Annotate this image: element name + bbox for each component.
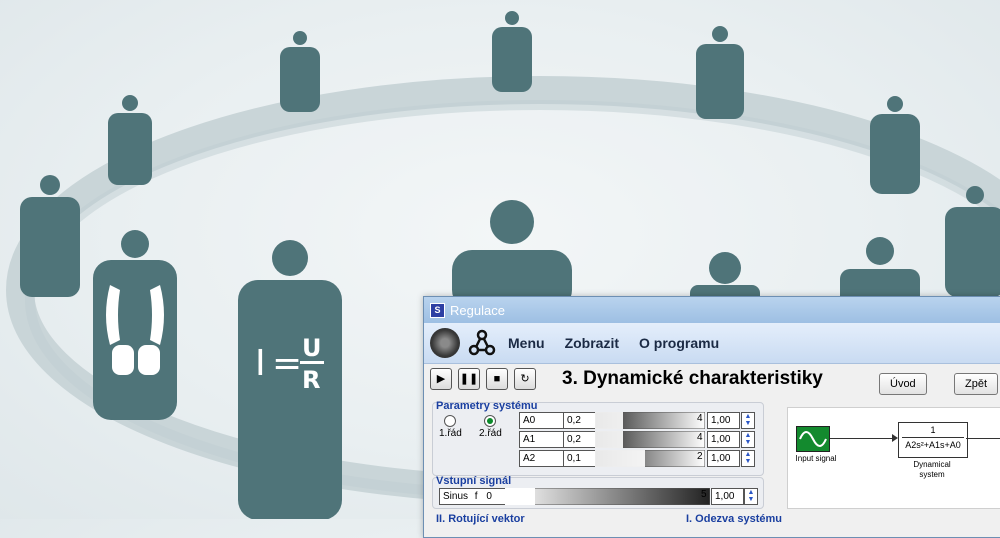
param-max: 2 (697, 451, 703, 462)
window-titlebar[interactable]: S Regulace (424, 297, 1000, 323)
menu-item-zobrazit[interactable]: Zobrazit (565, 335, 619, 351)
block-diagram: Input signal 1 A2s²+A1s+A0 Dynamical sys… (787, 407, 1000, 509)
input-value-field[interactable]: 1,00 (711, 488, 744, 505)
tf-denominator: A2s²+A1s+A0 (902, 437, 964, 452)
play-button[interactable]: ▶ (430, 368, 452, 390)
param-min: 0,2 (563, 431, 596, 448)
param-value-field[interactable]: 1,00 (707, 431, 740, 448)
param-slider[interactable] (595, 431, 705, 448)
uvod-button[interactable]: Úvod (879, 373, 927, 395)
reset-button[interactable]: ↻ (514, 368, 536, 390)
param-slider[interactable] (595, 450, 705, 467)
param-name: A0 (519, 412, 564, 429)
figure-nerves (696, 26, 744, 119)
figure-center (452, 200, 572, 310)
svg-text:U: U (302, 334, 322, 362)
input-title: Vstupní signál (436, 475, 512, 487)
signal-line (830, 438, 894, 439)
radio-1-rad[interactable]: 1.řád (439, 415, 462, 439)
pause-icon: ❚❚ (459, 373, 479, 385)
system-label: Dynamical system (913, 460, 951, 479)
param-spin-button[interactable]: ▲ ▼ (741, 412, 755, 429)
radio-label: 2.řád (479, 428, 502, 439)
param-row: A0 0,2 4 1,00 ▲ ▼ (519, 412, 759, 429)
pause-button[interactable]: ❚❚ (458, 368, 480, 390)
param-row: A1 0,2 4 1,00 ▲ ▼ (519, 431, 759, 448)
input-row: Sinus f 0 5 1,00 ▲ ▼ (439, 488, 759, 505)
signal-type-field[interactable]: Sinus f 0 (439, 488, 506, 505)
input-slider[interactable] (505, 488, 710, 505)
figure-heart (280, 31, 320, 112)
param-min: 0,2 (563, 412, 596, 429)
app-icon: S (430, 302, 445, 318)
param-max: 4 (697, 432, 703, 443)
figure-spine (870, 96, 920, 194)
window-title: Regulace (450, 302, 505, 318)
stop-icon: ■ (493, 373, 501, 385)
param-min: 0,1 (563, 450, 596, 467)
regulace-window: S Regulace Menu Zobrazit O programu ▶ ❚❚… (423, 296, 1000, 538)
param-row: A2 0,1 2 1,00 ▲ ▼ (519, 450, 759, 467)
param-value-field[interactable]: 1,00 (707, 412, 740, 429)
formula-text: I (255, 343, 266, 384)
transfer-function-block[interactable]: 1 A2s²+A1s+A0 (898, 422, 968, 458)
tab-rotating-vector[interactable]: II. Rotující vektor (436, 513, 525, 525)
input-signal-label: Input signal (795, 454, 837, 463)
play-icon: ▶ (436, 373, 446, 385)
reset-icon: ↻ (520, 373, 530, 385)
svg-text:R: R (302, 366, 320, 394)
figure-stomach (492, 11, 532, 92)
input-spin-button[interactable]: ▲ ▼ (744, 488, 758, 505)
param-value-field[interactable]: 1,00 (707, 450, 740, 467)
param-slider[interactable] (595, 412, 705, 429)
output-line (966, 438, 1000, 439)
figure-kidney (108, 95, 152, 185)
page-title: 3. Dynamické charakteristiky (562, 368, 823, 389)
svg-text:=: = (272, 343, 302, 384)
param-spin-button[interactable]: ▲ ▼ (741, 431, 755, 448)
radio-2-rad[interactable]: 2.řád (479, 415, 502, 439)
university-logo-icon (430, 328, 460, 358)
param-name: A2 (519, 450, 564, 467)
menu-item-o-programu[interactable]: O programu (639, 335, 719, 351)
network-icon (468, 329, 496, 356)
param-name: A1 (519, 431, 564, 448)
param-max: 4 (697, 413, 703, 424)
param-spin-button[interactable]: ▲ ▼ (741, 450, 755, 467)
radio-circle (444, 415, 457, 427)
input-max: 5 (701, 489, 707, 500)
tab-system-response[interactable]: I. Odezva systému (686, 513, 782, 525)
menu-item-menu[interactable]: Menu (508, 335, 545, 351)
stop-button[interactable]: ■ (486, 368, 508, 390)
zpet-button[interactable]: Zpět (954, 373, 999, 395)
figure-muscle (93, 230, 177, 420)
radio-label: 1.řád (439, 428, 462, 439)
radio-circle (484, 415, 497, 427)
sine-source-icon (796, 426, 830, 452)
menu-bar: Menu Zobrazit O programu (424, 323, 1000, 364)
params-title: Parametry systému (436, 400, 538, 412)
tf-numerator: 1 (930, 425, 936, 435)
